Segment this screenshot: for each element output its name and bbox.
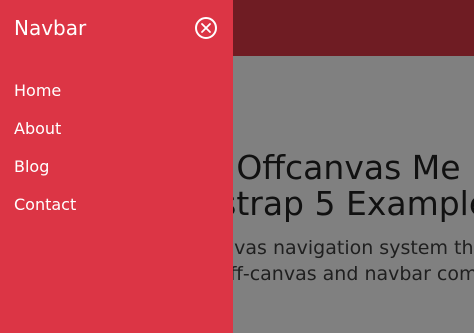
page-description-line-1: canvas navigation system tha (200, 237, 474, 259)
nav-item-about: About (14, 118, 76, 156)
nav-link-contact[interactable]: Contact (14, 194, 76, 216)
offcanvas-menu: Navbar Home About Blog Contact (0, 0, 233, 333)
x-mark-icon (201, 23, 211, 33)
nav-link-about[interactable]: About (14, 118, 61, 140)
nav-item-home: Home (14, 80, 76, 118)
offcanvas-nav: Home About Blog Contact (14, 80, 76, 232)
page-description-line-2: 5 off-canvas and navbar com (200, 263, 474, 285)
nav-item-contact: Contact (14, 194, 76, 232)
navbar-brand[interactable]: Navbar (14, 16, 86, 40)
close-icon[interactable] (195, 17, 217, 39)
nav-link-home[interactable]: Home (14, 80, 61, 102)
nav-link-blog[interactable]: Blog (14, 156, 49, 178)
nav-item-blog: Blog (14, 156, 76, 194)
